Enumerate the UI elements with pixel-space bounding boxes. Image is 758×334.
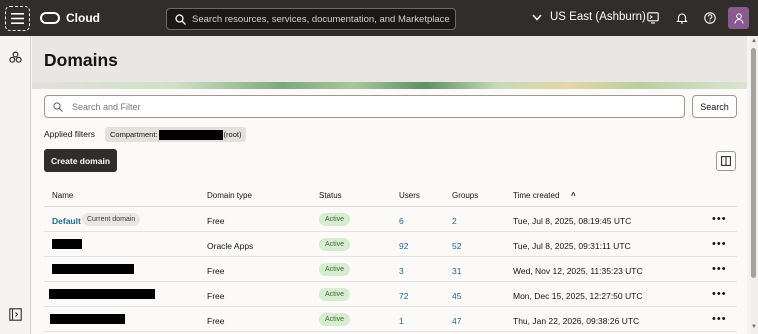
- redacted-domain-name[interactable]: [52, 239, 82, 249]
- column-header-status[interactable]: Status: [319, 191, 342, 200]
- redacted-domain-name[interactable]: [49, 289, 155, 299]
- top-navigation-bar: Cloud US East (Ashburn): [0, 0, 758, 36]
- domain-type: Free: [207, 291, 225, 301]
- table-row: Free Active 1 47 Thu, Jan 22, 2026, 09:3…: [44, 307, 737, 332]
- page-scrollbar-thumb[interactable]: [751, 48, 756, 278]
- search-icon: [53, 101, 63, 112]
- chip-suffix: (root): [223, 130, 242, 139]
- scroll-up-arrow[interactable]: ▲: [751, 38, 757, 44]
- oracle-logo[interactable]: [40, 12, 60, 24]
- page-header: Domains: [32, 36, 747, 86]
- global-search-input[interactable]: [192, 13, 452, 25]
- user-menu-button[interactable]: [728, 7, 749, 29]
- domain-type: Oracle Apps: [207, 241, 254, 251]
- domain-type: Free: [207, 316, 225, 326]
- chevron-down-icon: [532, 14, 542, 21]
- column-settings-button[interactable]: [716, 151, 736, 171]
- domain-type: Free: [207, 266, 225, 276]
- expand-panel-icon[interactable]: [9, 308, 22, 321]
- help-icon[interactable]: [704, 12, 716, 24]
- global-search[interactable]: [166, 8, 456, 30]
- cloud-shell-icon[interactable]: [647, 12, 659, 24]
- row-actions-button[interactable]: •••: [712, 313, 727, 325]
- users-count-link[interactable]: 92: [399, 241, 408, 251]
- search-icon: [175, 13, 186, 25]
- groups-count-link[interactable]: 2: [452, 216, 457, 226]
- groups-count-link[interactable]: 47: [452, 316, 461, 326]
- table-row: Free Active 72 45 Mon, Dec 15, 2025, 12:…: [44, 282, 737, 307]
- row-actions-button[interactable]: •••: [712, 238, 727, 250]
- scroll-down-arrow[interactable]: ▼: [751, 324, 757, 330]
- network-icon[interactable]: [9, 51, 22, 64]
- time-created: Tue, Jul 8, 2025, 08:19:45 UTC: [513, 216, 632, 226]
- groups-count-link[interactable]: 45: [452, 291, 461, 301]
- chip-prefix: Compartment:: [110, 130, 158, 139]
- domains-panel: Search Applied filters Compartment: (roo…: [32, 89, 747, 334]
- status-badge: Active: [319, 288, 351, 301]
- users-count-link[interactable]: 1: [399, 316, 404, 326]
- region-selector[interactable]: US East (Ashburn): [532, 11, 646, 23]
- redacted-compartment: [158, 129, 223, 140]
- bell-icon[interactable]: [676, 12, 688, 24]
- redacted-domain-name[interactable]: [50, 314, 125, 324]
- domain-name-link[interactable]: Default: [52, 216, 81, 226]
- columns-icon: [721, 156, 731, 166]
- left-rail: [0, 36, 31, 334]
- time-created: Wed, Nov 12, 2025, 11:35:23 UTC: [513, 266, 643, 276]
- column-header-groups[interactable]: Groups: [452, 191, 478, 200]
- compartment-filter-chip[interactable]: Compartment: (root): [105, 127, 247, 142]
- time-created: Thu, Jan 22, 2026, 09:38:26 UTC: [513, 316, 640, 326]
- applied-filters-label: Applied filters: [44, 129, 96, 139]
- table-row: Free Active 3 31 Wed, Nov 12, 2025, 11:3…: [44, 257, 737, 282]
- users-count-link[interactable]: 3: [399, 266, 404, 276]
- row-actions-button[interactable]: •••: [712, 263, 727, 275]
- time-created: Mon, Dec 15, 2025, 12:27:50 UTC: [513, 291, 643, 301]
- domain-type: Free: [207, 216, 225, 226]
- groups-count-link[interactable]: 31: [452, 266, 461, 276]
- column-header-users[interactable]: Users: [399, 191, 420, 200]
- header-decoration: [32, 82, 747, 89]
- region-label: US East (Ashburn): [550, 11, 646, 23]
- status-badge: Active: [319, 263, 351, 276]
- search-filter-input[interactable]: [72, 101, 672, 112]
- column-header-type[interactable]: Domain type: [207, 191, 252, 200]
- menu-icon: [11, 13, 24, 24]
- sort-ascending-icon[interactable]: ^: [571, 191, 576, 200]
- groups-count-link[interactable]: 52: [452, 241, 461, 251]
- row-actions-button[interactable]: •••: [712, 288, 727, 300]
- column-header-time[interactable]: Time created: [513, 191, 559, 200]
- status-badge: Active: [319, 213, 351, 226]
- users-count-link[interactable]: 6: [399, 216, 404, 226]
- table-header: Name Domain type Status Users Groups Tim…: [44, 183, 737, 207]
- table-row: Oracle Apps Active 92 52 Tue, Jul 8, 202…: [44, 232, 737, 257]
- time-created: Tue, Jul 8, 2025, 09:31:11 UTC: [513, 241, 631, 251]
- table-row: Default Current domain Free Active 6 2 T…: [44, 207, 737, 232]
- redacted-domain-name[interactable]: [52, 264, 134, 274]
- status-badge: Active: [319, 313, 351, 326]
- menu-button[interactable]: [5, 6, 30, 31]
- page-title: Domains: [44, 50, 118, 70]
- brand-name[interactable]: Cloud: [66, 11, 100, 25]
- users-count-link[interactable]: 72: [399, 291, 408, 301]
- create-domain-button[interactable]: Create domain: [44, 149, 117, 172]
- user-icon: [734, 12, 743, 24]
- search-filter-box[interactable]: [44, 95, 685, 118]
- status-badge: Active: [319, 238, 351, 251]
- row-actions-button[interactable]: •••: [712, 213, 727, 225]
- search-button[interactable]: Search: [692, 95, 737, 118]
- current-domain-badge: Current domain: [82, 213, 141, 226]
- column-header-name[interactable]: Name: [52, 191, 73, 200]
